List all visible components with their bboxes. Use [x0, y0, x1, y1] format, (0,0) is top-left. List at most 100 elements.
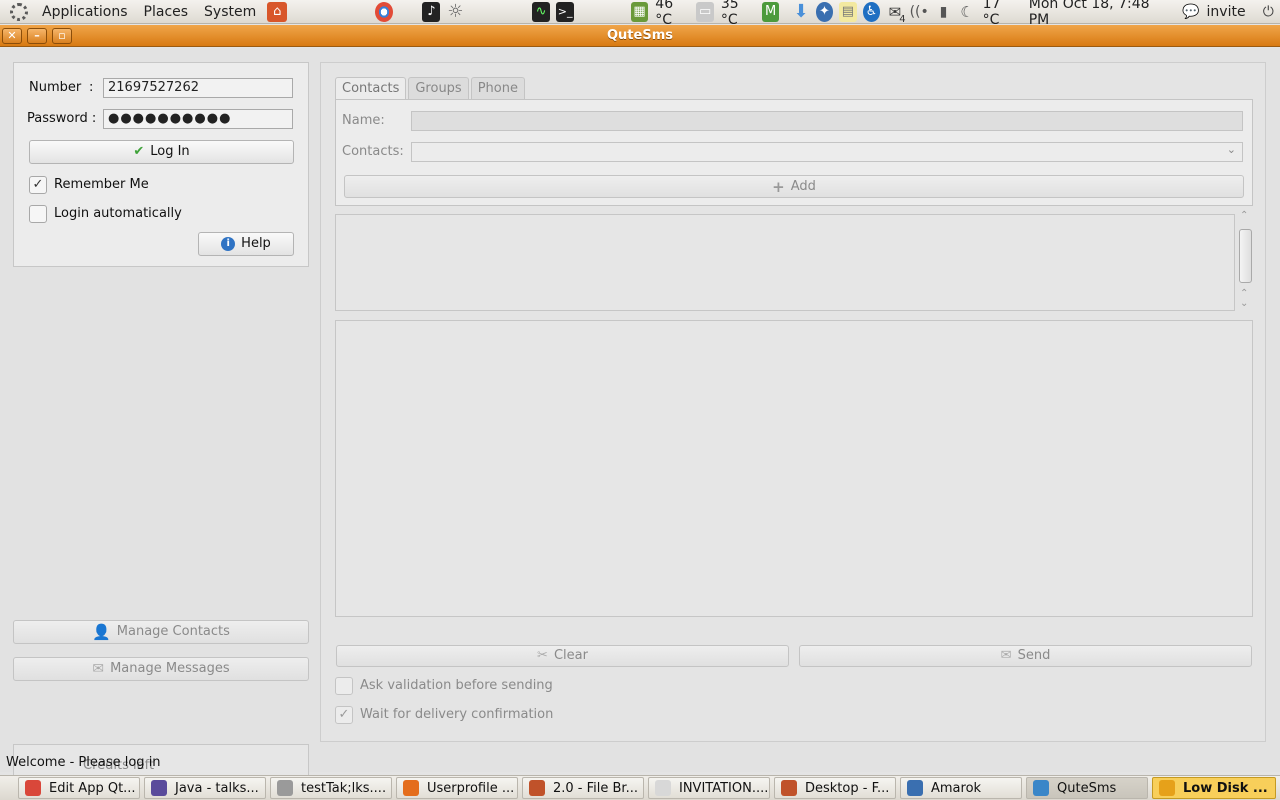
ask-validation-label: Ask validation before sending: [360, 678, 553, 693]
amarok-icon: [907, 780, 923, 796]
broom-icon: ✂: [537, 648, 548, 663]
manage-contacts-button[interactable]: 👤 Manage Contacts: [13, 620, 309, 644]
number-input[interactable]: 21697527262: [103, 78, 293, 98]
chrome-launcher-icon[interactable]: [374, 1, 393, 22]
applications-menu[interactable]: Applications: [34, 0, 136, 24]
recipients-scrollbar[interactable]: ⌃ ⌃ ⌄: [1237, 210, 1253, 311]
task-label: Edit App Qt...: [49, 780, 136, 796]
download-icon[interactable]: ⬇: [792, 1, 809, 22]
login-automatically-label: Login automatically: [54, 206, 182, 221]
chevron-down-icon: ⌄: [1226, 143, 1236, 156]
wait-delivery-checkbox[interactable]: ✓: [335, 706, 353, 724]
battery-icon[interactable]: ▮: [935, 2, 952, 22]
manage-messages-button[interactable]: ✉ Manage Messages: [13, 657, 309, 681]
task-edit-app-qt[interactable]: Edit App Qt...: [18, 777, 140, 799]
tab-groups[interactable]: Groups: [408, 77, 469, 100]
task-qutesms[interactable]: QuteSms: [1026, 777, 1148, 799]
log-in-button[interactable]: ✔ Log In: [29, 140, 294, 164]
ubuntu-logo-icon[interactable]: [10, 2, 28, 21]
qutesms-icon: [1033, 780, 1049, 796]
cpu-temp-icon: ▦: [630, 1, 649, 22]
remember-me-checkbox[interactable]: ✓: [29, 176, 47, 194]
send-button[interactable]: ✉ Send: [799, 645, 1252, 667]
cpu-temp: 46 °C: [655, 0, 674, 28]
right-pane: Contacts Groups Phone Name: Contacts: ⌄ …: [320, 62, 1266, 742]
places-menu[interactable]: Places: [136, 0, 197, 24]
task-label: QuteSms: [1057, 780, 1117, 796]
ask-validation-checkbox[interactable]: [335, 677, 353, 695]
mail-icon: [655, 780, 671, 796]
task-label: Desktop - F...: [805, 780, 890, 796]
task-file-browser[interactable]: 2.0 - File Br...: [522, 777, 644, 799]
screensaver-icon[interactable]: ♪: [422, 1, 441, 22]
graph-monitor-icon[interactable]: M: [761, 1, 780, 22]
task-label: Amarok: [931, 780, 982, 796]
accessibility-icon[interactable]: ♿: [862, 1, 881, 22]
password-input[interactable]: ●●●●●●●●●●: [103, 109, 293, 129]
scroll-down-icon[interactable]: ⌄: [1240, 298, 1248, 309]
checkmark-icon: ✔: [133, 144, 145, 159]
chat-status-icon[interactable]: 💬: [1182, 2, 1199, 22]
wait-delivery-label: Wait for delivery confirmation: [360, 707, 554, 722]
task-testtak[interactable]: testTak;lks....: [270, 777, 392, 799]
tab-contacts[interactable]: Contacts: [335, 77, 407, 101]
terminal-icon[interactable]: >_: [556, 1, 575, 22]
taskbar: Edit App Qt... Java - talks... testTak;l…: [0, 775, 1280, 800]
window-title: QuteSms: [607, 28, 673, 43]
firefox-icon: [403, 780, 419, 796]
brightness-icon[interactable]: ☼: [446, 1, 464, 22]
task-userprofile[interactable]: Userprofile ...: [396, 777, 518, 799]
task-invitation[interactable]: INVITATION....: [648, 777, 770, 799]
power-icon[interactable]: ⏻: [1260, 2, 1277, 22]
message-text-area[interactable]: [335, 320, 1253, 617]
task-label: INVITATION....: [679, 780, 769, 796]
eclipse-icon: [151, 780, 167, 796]
number-colon: :: [89, 80, 94, 95]
add-contact-button[interactable]: + Add: [344, 175, 1244, 198]
plus-icon: +: [772, 177, 785, 196]
manage-messages-label: Manage Messages: [110, 661, 230, 676]
task-label: 2.0 - File Br...: [553, 780, 638, 796]
task-desktop[interactable]: Desktop - F...: [774, 777, 896, 799]
left-pane: Number : 21697527262 Password : ●●●●●●●●…: [13, 62, 309, 786]
wifi-icon[interactable]: ((•: [910, 2, 929, 22]
task-label: Userprofile ...: [427, 780, 515, 796]
task-amarok[interactable]: Amarok: [900, 777, 1022, 799]
weather-temp: 17 °C: [982, 0, 1001, 28]
task-low-disk[interactable]: Low Disk ...: [1152, 777, 1276, 799]
contact-tabs: Contacts Groups Phone: [335, 77, 527, 101]
home-folder-icon[interactable]: ⌂: [267, 1, 288, 22]
send-label: Send: [1017, 648, 1051, 663]
contacts-select[interactable]: ⌄: [411, 142, 1243, 162]
scroll-up-icon[interactable]: ⌃: [1240, 210, 1248, 221]
task-label: testTak;lks....: [301, 780, 387, 796]
name-input[interactable]: [411, 111, 1243, 131]
task-label: Low Disk ...: [1183, 780, 1268, 796]
folder-icon: [781, 780, 797, 796]
message-clock-icon: ✉: [92, 661, 105, 677]
clipboard-icon[interactable]: ▤: [839, 1, 857, 22]
recipients-list[interactable]: [335, 214, 1235, 311]
clock[interactable]: Mon Oct 18, 7:48 PM: [1029, 0, 1156, 28]
system-monitor-icon[interactable]: ∿: [532, 1, 551, 22]
folder-icon: [529, 780, 545, 796]
weather-icon[interactable]: ☾: [958, 2, 975, 22]
contacts-label: Contacts:: [342, 144, 404, 159]
disk-temp-icon: ▭: [696, 1, 714, 22]
task-java-talks[interactable]: Java - talks...: [144, 777, 266, 799]
help-button[interactable]: i Help: [198, 232, 294, 256]
system-menu[interactable]: System: [196, 0, 264, 24]
text-editor-icon: [277, 780, 293, 796]
tab-phone[interactable]: Phone: [470, 77, 525, 100]
envelope-icon: ✉: [1000, 648, 1012, 663]
login-automatically-checkbox[interactable]: [29, 205, 47, 223]
clear-button[interactable]: ✂ Clear: [336, 645, 789, 667]
window-titlebar[interactable]: ✕ – ▫ QuteSms: [0, 25, 1280, 47]
amarok-tray-icon[interactable]: ✦: [815, 1, 834, 22]
mail-icon[interactable]: ✉ 4: [886, 2, 906, 25]
add-label: Add: [790, 178, 816, 194]
mail-count: 4: [899, 13, 906, 25]
scroll-thumb[interactable]: [1239, 229, 1252, 283]
user-name[interactable]: invite: [1207, 4, 1246, 20]
name-label: Name:: [342, 113, 385, 128]
